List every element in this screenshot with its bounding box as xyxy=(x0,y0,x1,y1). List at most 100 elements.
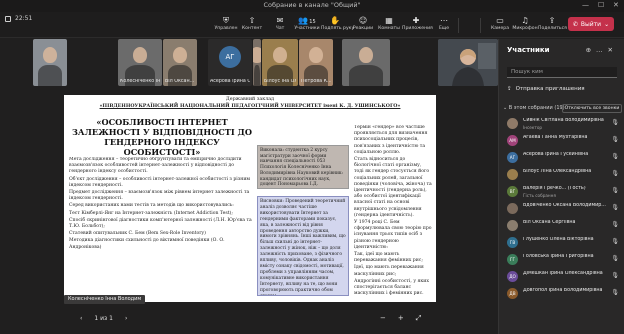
document-left-column: Мета дослідження – теоретично обґрунтува… xyxy=(69,157,252,297)
toolbar-button-camera[interactable]: ▭ Камера xyxy=(486,15,514,37)
more-icon[interactable]: … xyxy=(596,46,608,54)
toolbar-button-label: Чат xyxy=(275,26,285,31)
send-invite-label: Отправка приглашения xyxy=(515,86,585,92)
participant-name: Агаева Ганна Мухтарівна xyxy=(523,135,588,140)
next-page-button[interactable]: › xyxy=(125,315,127,322)
zoom-in-button[interactable]: + xyxy=(398,314,404,322)
toolbar-button-hand[interactable]: ✋ Подпять руку xyxy=(321,15,354,37)
participant-name: Дімешкан Ірина Олександрівна xyxy=(523,271,603,276)
participant-name: Білоус Іна Олекса... xyxy=(264,79,296,84)
toolbar-button-chat[interactable]: ✉ Чат xyxy=(266,15,294,37)
speaker-video[interactable] xyxy=(438,39,498,86)
meeting-timer: 22:51 xyxy=(5,15,32,22)
phone-icon: ✆ xyxy=(572,20,578,28)
add-people-icon[interactable]: ⊕ xyxy=(586,46,596,54)
toolbar-button-mic[interactable]: ♫ Микрофон xyxy=(511,15,539,37)
more-icon: ⋯ xyxy=(440,16,448,25)
zoom-controls: − + ⤢ xyxy=(380,311,421,325)
mic-off-icon[interactable]: 🎙 xyxy=(611,170,619,177)
shield-icon: ⛨ xyxy=(223,16,229,25)
participant-tile[interactable]: Петрова К... xyxy=(299,39,333,86)
mic-off-icon[interactable]: 🎙 xyxy=(611,136,619,143)
toolbar-button-share[interactable]: ⇧ Контент xyxy=(238,15,266,37)
document-paragraph: Статевий опитувальник С. Бем (Bem Sex-Ro… xyxy=(69,231,206,237)
participant-row[interactable]: ГГ Головська Ірина Григорівна 🎙 xyxy=(499,251,624,268)
document-paragraph: Тест Кімберлі-Янг на Інтернет-залежність… xyxy=(69,210,233,216)
participant-video xyxy=(43,47,57,63)
page-indicator: 1 из 1 xyxy=(94,314,113,322)
upload-icon: ⇪ xyxy=(548,16,556,25)
toolbar-button-label: Управлен xyxy=(214,26,238,31)
document-paragraph: Об'єкт дослідження – особливості інтерне… xyxy=(69,176,250,188)
participant-tile[interactable]: Колесніченко Інна Влад... xyxy=(118,39,162,86)
toolbar-button-people[interactable]: 👥15 Участники xyxy=(293,15,321,37)
mic-off-icon[interactable]: 🎙 xyxy=(611,153,619,160)
in-meeting-section[interactable]: ⌄ В этом собрании (19) Отключить все зво… xyxy=(499,103,624,113)
participant-row[interactable]: ВГ Валерія Гречко... (Гость) Гість собранн… xyxy=(499,183,624,200)
toolbar-button-apps[interactable]: ✚ Приложения xyxy=(402,15,433,37)
toolbar-button-label: Комнаты xyxy=(378,26,400,31)
mic-off-icon[interactable]: 🎙 xyxy=(611,119,619,126)
camera-icon: ▭ xyxy=(496,16,504,25)
minimize-icon[interactable]: — xyxy=(582,1,589,9)
participant-row[interactable]: Вдовіченко Оксана Володимир... 🎙 xyxy=(499,200,624,217)
toolbar-button-rooms[interactable]: ▦ Комнаты xyxy=(375,15,403,37)
toolbar-button-more[interactable]: ⋯ Еще xyxy=(430,15,458,37)
document-paragraph: Предмет дослідження – взаємозв'язок між … xyxy=(69,190,250,202)
participant-row[interactable]: ДО Дімешкан Ірина Олександрівна 🎙 xyxy=(499,268,624,285)
participant-row[interactable]: Білоус Ліна Олександрівна 🎙 xyxy=(499,166,624,183)
section-label-text: В этом собрании (19) xyxy=(508,105,565,111)
toolbar-button-upload[interactable]: ⇪ Поделиться xyxy=(538,15,567,37)
mic-off-icon[interactable]: 🎙 xyxy=(611,221,619,228)
mute-all-button[interactable]: Отключить все звонки xyxy=(562,104,622,113)
mic-off-icon[interactable]: 🎙 xyxy=(611,204,619,211)
meeting-details-icon[interactable] xyxy=(5,15,11,22)
zoom-out-button[interactable]: − xyxy=(380,314,386,322)
participant-row[interactable]: ГВ Глушенко Олена Вікторівна 🎙 xyxy=(499,234,624,251)
avatar xyxy=(507,220,518,231)
toolbar-button-label: Участники xyxy=(294,26,320,31)
toolbar-separator xyxy=(480,18,481,33)
participant-name: Асерова Ірина Гусейнівна xyxy=(523,152,589,157)
participant-row[interactable]: АМ Агаева Ганна Мухтарівна 🎙 xyxy=(499,132,624,149)
mic-off-icon[interactable]: 🎙 xyxy=(611,238,619,245)
toolbar-button-shield[interactable]: ⛨ Управлен xyxy=(212,15,240,37)
participant-row[interactable]: Віл Оксана Сергіївна 🎙 xyxy=(499,217,624,234)
participant-tile[interactable]: Білоус Іна Олекса... xyxy=(262,39,298,86)
participant-tile[interactable]: АГ Асерова Ірина Олекс... xyxy=(208,39,252,86)
participant-row[interactable]: АГ Асерова Ірина Гусейнівна 🎙 xyxy=(499,149,624,166)
mic-off-icon[interactable]: 🎙 xyxy=(611,289,619,296)
toolbar-button-label: Поделиться xyxy=(538,26,567,31)
mic-off-icon[interactable]: 🎙 xyxy=(611,187,619,194)
search-input[interactable]: Пошук ким xyxy=(507,67,617,78)
participant-tile[interactable] xyxy=(33,39,67,86)
shared-document[interactable]: Державний заклад «ПІВДЕННОУКРАЇНСЬКИЙ НА… xyxy=(64,95,436,302)
toolbar-button-label: Камера xyxy=(490,26,510,31)
conclusions-box: Висновки: Проведений теоретичний аналіз … xyxy=(257,196,349,296)
participant-role: Інсектор xyxy=(523,124,543,130)
maximize-icon[interactable]: ☐ xyxy=(598,1,604,9)
document-header-line2: «ПІВДЕННОУКРАЇНСЬКИЙ НАЦІОНАЛЬНИЙ ПЕДАГО… xyxy=(99,103,401,109)
mic-off-icon[interactable]: 🎙 xyxy=(611,255,619,262)
close-icon[interactable]: ✕ xyxy=(613,1,619,9)
toolbar-button-emoji[interactable]: ☺ Реакции xyxy=(349,15,377,37)
avatar: АГ xyxy=(219,46,241,68)
speaker-photo xyxy=(438,39,498,86)
previous-page-button[interactable]: ‹ xyxy=(80,315,82,322)
send-invite-button[interactable]: ⇪ Отправка приглашения xyxy=(507,84,617,95)
meeting-toolbar: 22:51 ⛨ Управлен ⇧ Контент ✉ Чат 👥15 Участники ✋… xyxy=(0,12,624,38)
chevron-down-icon[interactable]: ⌄ xyxy=(604,21,609,28)
participant-tile[interactable] xyxy=(253,39,261,86)
participant-row[interactable]: Сивнік Світлана Володимирівна Інсектор 🎙 xyxy=(499,115,624,132)
participant-tile[interactable]: Віл Оксан... xyxy=(163,39,197,86)
fit-screen-button[interactable]: ⤢ xyxy=(416,314,422,323)
participant-row[interactable]: ДВ Довгопол Ірина Володимирівна 🎙 xyxy=(499,285,624,302)
mic-off-icon[interactable]: 🎙 xyxy=(611,272,619,279)
participant-video xyxy=(309,47,323,63)
participant-name: Колесніченко Інна Влад... xyxy=(120,79,160,84)
participant-tile[interactable] xyxy=(342,39,390,86)
participant-body xyxy=(254,65,260,86)
close-icon[interactable]: ✕ xyxy=(608,46,618,54)
leave-button[interactable]: ✆ Выйти ⌄ xyxy=(568,17,614,31)
document-paragraph: Термін «гендер» все частіше проявляється… xyxy=(354,125,428,155)
